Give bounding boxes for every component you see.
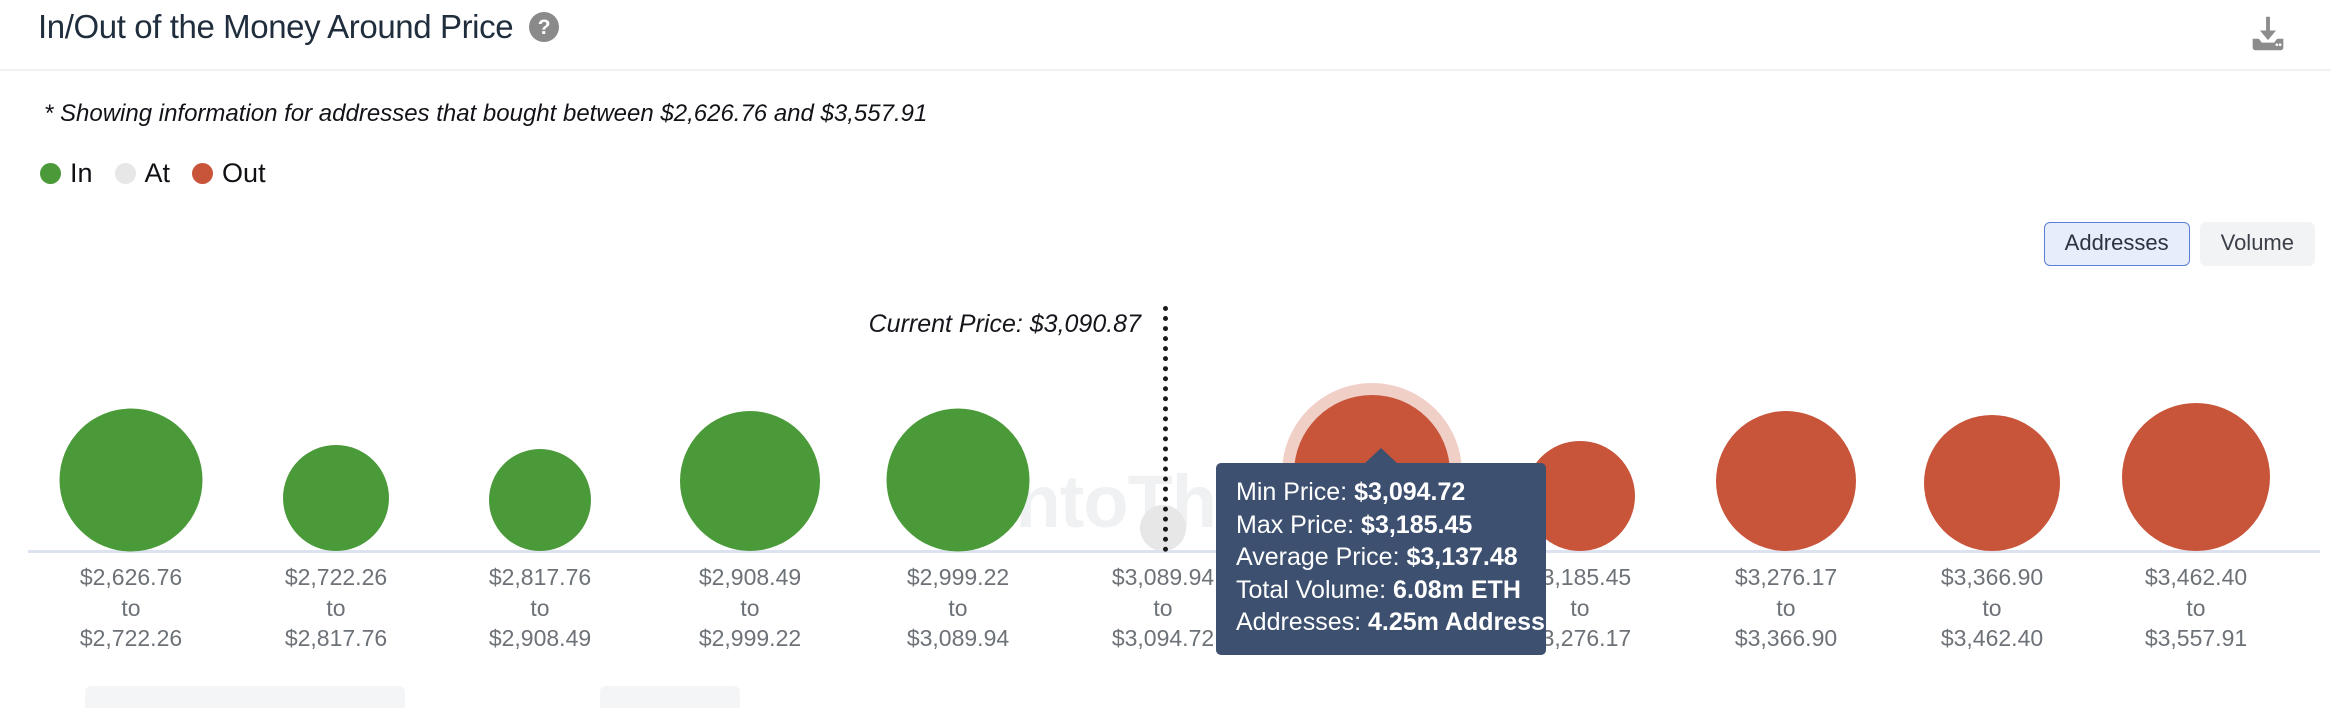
x-axis-label-line: $2,626.76 (80, 562, 182, 593)
x-axis-label-line: $2,908.49 (699, 562, 801, 593)
chart-legend: In At Out (40, 158, 266, 189)
x-axis-label-line: to (489, 593, 591, 624)
legend-dot-at-icon (115, 163, 136, 184)
x-axis-label-line: $3,462.40 (2145, 562, 2247, 593)
page-title: In/Out of the Money Around Price (38, 8, 513, 46)
x-axis-label-line: $3,462.40 (1941, 623, 2043, 654)
legend-dot-in-icon (40, 163, 61, 184)
chart-header: In/Out of the Money Around Price ? (0, 0, 2331, 71)
x-axis-label-line: $2,722.26 (80, 623, 182, 654)
x-axis-label-line: to (1112, 593, 1214, 624)
x-axis-label-line: $3,557.91 (2145, 623, 2247, 654)
x-axis-label-line: to (699, 593, 801, 624)
x-axis-label: $3,462.40to$3,557.91 (2145, 562, 2247, 654)
x-axis-label-line: to (285, 593, 387, 624)
tooltip-arrow-icon (1364, 448, 1398, 464)
x-axis-label-line: $2,999.22 (699, 623, 801, 654)
x-axis-label-line: $2,999.22 (907, 562, 1009, 593)
x-axis-label: $2,908.49to$2,999.22 (699, 562, 801, 654)
bubble-out-9[interactable] (1924, 415, 2060, 551)
legend-item-out[interactable]: Out (192, 158, 266, 189)
bubble-at-5[interactable] (1140, 505, 1186, 551)
tooltip-value-max-price: $3,185.45 (1361, 511, 1472, 539)
x-axis-label-line: $2,908.49 (489, 623, 591, 654)
tooltip-row-max-price: Max Price: $3,185.45 (1236, 509, 1526, 542)
x-axis-label: $3,276.17to$3,366.90 (1735, 562, 1837, 654)
bubble-in-0[interactable] (60, 408, 203, 551)
title-group: In/Out of the Money Around Price ? (38, 8, 559, 46)
x-axis-label: $2,722.26to$2,817.76 (285, 562, 387, 654)
tooltip-row-total-volume: Total Volume: 6.08m ETH (1236, 574, 1526, 607)
tooltip-value-addresses: 4.25m Addresses (1368, 608, 1573, 636)
question-mark-icon[interactable]: ? (529, 12, 559, 42)
bubble-in-4[interactable] (887, 408, 1030, 551)
tooltip-key-max-price: Max Price: (1236, 511, 1354, 539)
legend-item-at[interactable]: At (115, 158, 171, 189)
tooltip-value-average-price: $3,137.48 (1406, 543, 1517, 571)
tooltip-key-min-price: Min Price: (1236, 478, 1347, 506)
current-price-label: Current Price: $3,090.87 (869, 310, 1163, 339)
tooltip-value-min-price: $3,094.72 (1354, 478, 1465, 506)
x-axis-label-line: $3,366.90 (1735, 623, 1837, 654)
x-axis-label: $3,366.90to$3,462.40 (1941, 562, 2043, 654)
x-axis-label-line: to (1735, 593, 1837, 624)
tooltip-key-addresses: Addresses: (1236, 608, 1361, 636)
tooltip-row-average-price: Average Price: $3,137.48 (1236, 541, 1526, 574)
x-axis-label-line: $2,817.76 (285, 623, 387, 654)
download-icon[interactable] (2245, 11, 2291, 57)
bubble-tooltip: Min Price: $3,094.72 Max Price: $3,185.4… (1216, 463, 1546, 655)
x-axis-label-line: $3,089.94 (907, 623, 1009, 654)
bubble-out-8[interactable] (1716, 411, 1856, 551)
toggle-addresses-button[interactable]: Addresses (2044, 222, 2190, 266)
x-axis-label-line: $2,817.76 (489, 562, 591, 593)
x-axis-label: $2,817.76to$2,908.49 (489, 562, 591, 654)
legend-label-in: In (70, 158, 93, 189)
tooltip-key-total-volume: Total Volume: (1236, 576, 1386, 604)
x-axis-label: $2,626.76to$2,722.26 (80, 562, 182, 654)
tooltip-key-average-price: Average Price: (1236, 543, 1400, 571)
x-axis-label-line: $3,089.94 (1112, 562, 1214, 593)
bottom-ghost-fragment (265, 686, 405, 708)
x-axis-label-line: $3,366.90 (1941, 562, 2043, 593)
bottom-ghost-fragment (600, 686, 740, 708)
x-axis-label-line: to (907, 593, 1009, 624)
bottom-ghost-fragment (85, 686, 275, 708)
x-axis-label-line: to (2145, 593, 2247, 624)
toggle-volume-button[interactable]: Volume (2200, 222, 2315, 266)
x-axis-label-line: to (80, 593, 182, 624)
tooltip-row-addresses: Addresses: 4.25m Addresses (1236, 606, 1526, 639)
x-axis-label-line: $3,094.72 (1112, 623, 1214, 654)
legend-dot-out-icon (192, 163, 213, 184)
tooltip-row-min-price: Min Price: $3,094.72 (1236, 476, 1526, 509)
x-axis-label-line: to (1941, 593, 2043, 624)
x-axis-label: $3,089.94to$3,094.72 (1112, 562, 1214, 654)
bubble-in-2[interactable] (489, 449, 591, 551)
x-axis-label-line: $2,722.26 (285, 562, 387, 593)
x-axis-label: $2,999.22to$3,089.94 (907, 562, 1009, 654)
legend-label-out: Out (222, 158, 266, 189)
legend-item-in[interactable]: In (40, 158, 93, 189)
chart-baseline (28, 550, 2320, 553)
legend-label-at: At (145, 158, 171, 189)
bubble-in-1[interactable] (283, 445, 389, 551)
bubble-in-3[interactable] (680, 411, 820, 551)
tooltip-value-total-volume: 6.08m ETH (1393, 576, 1521, 604)
chart-subtitle: * Showing information for addresses that… (44, 100, 927, 128)
x-axis-label-line: $3,276.17 (1735, 562, 1837, 593)
metric-toggle-group: Addresses Volume (2044, 222, 2315, 266)
bubble-out-10[interactable] (2122, 403, 2270, 551)
